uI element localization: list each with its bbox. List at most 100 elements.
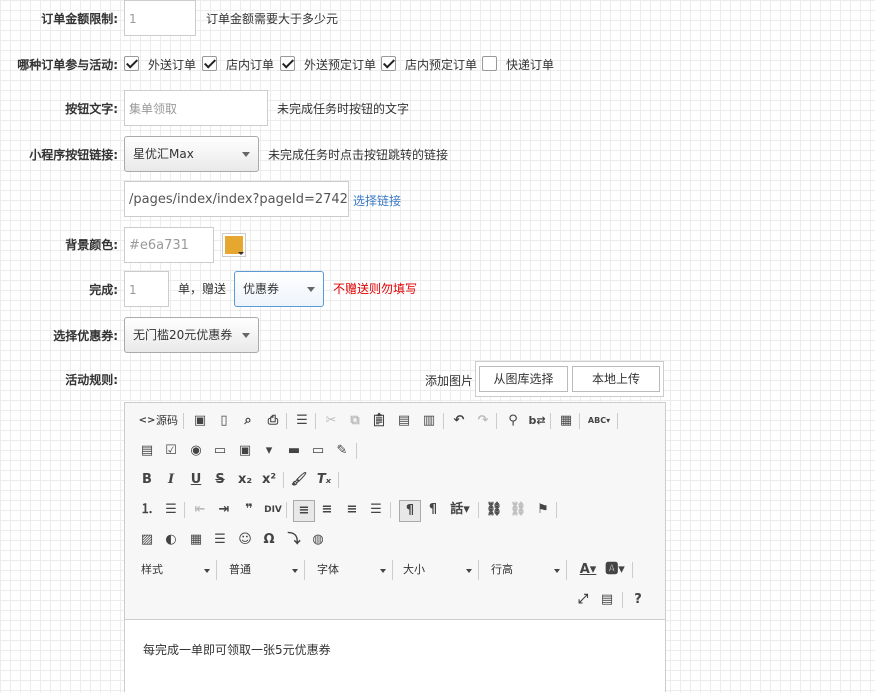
find-icon[interactable]: ⚲ bbox=[503, 411, 523, 431]
radio-icon[interactable]: ◉ bbox=[186, 441, 206, 461]
bg-color-label: 背景颜色: bbox=[65, 238, 118, 252]
line-height-combo[interactable]: 行高 bbox=[487, 560, 567, 580]
form-icon[interactable]: ▤ bbox=[137, 441, 157, 461]
chevron-down-icon bbox=[242, 152, 250, 157]
toolbar-row-5: ▨ ◐ ▦ ☰ ☺ Ω ⤵ ◍ bbox=[135, 527, 655, 553]
rtl-icon[interactable]: ¶ bbox=[423, 500, 443, 520]
checkbox-dinein-reserve-order[interactable] bbox=[381, 56, 396, 71]
indent-icon[interactable]: ⇥ bbox=[214, 500, 234, 520]
maximize-icon[interactable]: ⤢ bbox=[573, 590, 593, 610]
remove-format-icon[interactable]: Tₓ bbox=[314, 470, 334, 490]
outdent-icon[interactable]: ⇤ bbox=[190, 500, 210, 520]
checkbox-delivery-reserve-order[interactable] bbox=[280, 56, 295, 71]
link-icon[interactable]: ⛓ bbox=[484, 500, 504, 520]
label-dinein-reserve-order: 店内预定订单 bbox=[405, 58, 478, 72]
select-all-icon[interactable]: ▦ bbox=[556, 411, 576, 431]
iframe-globe-icon[interactable]: ◍ bbox=[308, 530, 328, 550]
unlink-icon[interactable]: ⛓ bbox=[508, 500, 528, 520]
align-center-icon[interactable]: ≡ bbox=[317, 500, 337, 520]
preview-icon[interactable]: ⌕ bbox=[238, 411, 258, 431]
blockquote-icon[interactable]: ❞ bbox=[239, 500, 259, 520]
bg-color-input[interactable]: #e6a731 bbox=[124, 227, 214, 263]
language-icon[interactable]: 話▾ bbox=[447, 500, 473, 520]
mini-program-select-value: 星优汇Max bbox=[133, 147, 194, 161]
spellcheck-icon[interactable]: ABC▾ bbox=[585, 411, 613, 431]
anchor-flag-icon[interactable]: ⚑ bbox=[533, 500, 553, 520]
toolbar-row-2: ▤ ☑ ◉ ▭ ▣ ▾ ▬ ▭ ✎ bbox=[135, 438, 655, 464]
align-left-icon[interactable]: ≡ bbox=[293, 500, 315, 522]
button-field-icon[interactable]: ▬ bbox=[284, 441, 304, 461]
checkbox-delivery-order[interactable] bbox=[124, 56, 139, 71]
image-button-icon[interactable]: ▭ bbox=[308, 441, 328, 461]
button-text-label: 按钮文字: bbox=[65, 102, 118, 116]
size-combo[interactable]: 大小 bbox=[399, 560, 479, 580]
subscript-icon[interactable]: x₂ bbox=[235, 470, 255, 490]
local-upload-button[interactable]: 本地上传 bbox=[572, 366, 660, 392]
gift-type-select[interactable]: 优惠券 bbox=[234, 271, 324, 307]
create-div-icon[interactable]: DIV bbox=[263, 500, 283, 520]
page-path-input[interactable]: /pages/index/index?pageId=27429 bbox=[124, 181, 349, 217]
format-combo[interactable]: 普通 bbox=[225, 560, 305, 580]
show-blocks-icon[interactable]: ▤ bbox=[597, 590, 617, 610]
paste-word-icon[interactable]: ▥ bbox=[419, 411, 439, 431]
paste-text-icon[interactable]: ▤ bbox=[394, 411, 414, 431]
replace-icon[interactable]: b⇄ bbox=[527, 411, 547, 431]
save-icon[interactable]: ▣ bbox=[190, 411, 210, 431]
complete-count-input[interactable]: 1 bbox=[124, 271, 169, 307]
numbered-list-icon[interactable]: ⒈ bbox=[137, 500, 157, 520]
styles-combo[interactable]: 样式 bbox=[137, 560, 217, 580]
text-color-icon[interactable]: A▾ bbox=[575, 560, 601, 580]
cut-icon[interactable]: ✂ bbox=[321, 411, 341, 431]
ltr-icon[interactable]: ¶ bbox=[399, 500, 421, 522]
flash-icon[interactable]: ◐ bbox=[161, 530, 181, 550]
editor-content-text: 每完成一单即可领取一张5元优惠券 bbox=[143, 643, 331, 657]
bg-color-icon[interactable]: 🅰︎▾ bbox=[602, 560, 628, 580]
page-break-icon[interactable]: ⤵ bbox=[284, 530, 304, 550]
superscript-icon[interactable]: x² bbox=[259, 470, 279, 490]
checkbox-icon[interactable]: ☑ bbox=[161, 441, 181, 461]
complete-label: 完成: bbox=[89, 283, 118, 297]
color-picker-swatch[interactable] bbox=[222, 233, 246, 257]
paste-icon[interactable]: 📋︎ bbox=[369, 411, 389, 431]
help-icon[interactable]: ? bbox=[628, 590, 648, 610]
horizontal-line-icon[interactable]: ☰ bbox=[210, 530, 230, 550]
templates-icon[interactable]: ☰ bbox=[292, 411, 312, 431]
underline-icon[interactable]: U bbox=[186, 470, 206, 490]
checkbox-dinein-order[interactable] bbox=[202, 56, 217, 71]
smiley-icon[interactable]: ☺ bbox=[235, 530, 255, 550]
undo-icon[interactable]: ↶ bbox=[449, 411, 469, 431]
coupon-select[interactable]: 无门槛20元优惠券 bbox=[124, 317, 259, 353]
editor-content[interactable]: 每完成一单即可领取一张5元优惠券 bbox=[125, 620, 665, 693]
bulleted-list-icon[interactable]: ☰ bbox=[161, 500, 181, 520]
strikethrough-icon[interactable]: S bbox=[210, 470, 230, 490]
align-right-icon[interactable]: ≡ bbox=[342, 500, 362, 520]
copy-icon[interactable]: ⧉ bbox=[345, 411, 365, 431]
select-field-icon[interactable]: ▾ bbox=[259, 441, 279, 461]
textfield-icon[interactable]: ▭ bbox=[210, 441, 230, 461]
mini-program-select[interactable]: 星优汇Max bbox=[124, 136, 259, 172]
source-icon[interactable]: <> bbox=[137, 411, 157, 431]
table-icon[interactable]: ▦ bbox=[186, 530, 206, 550]
line-height-combo-label: 行高 bbox=[491, 563, 513, 576]
special-char-icon[interactable]: Ω bbox=[259, 530, 279, 550]
choose-link-link[interactable]: 选择链接 bbox=[353, 192, 401, 209]
button-text-input[interactable]: 集单领取 bbox=[124, 90, 268, 126]
bold-icon[interactable]: B bbox=[137, 470, 157, 490]
new-page-icon[interactable]: ▯ bbox=[214, 411, 234, 431]
order-amount-input[interactable]: 1 bbox=[124, 0, 196, 36]
image-icon[interactable]: ▨ bbox=[137, 530, 157, 550]
redo-icon[interactable]: ↷ bbox=[473, 411, 493, 431]
format-painter-icon[interactable]: 🖌︎ bbox=[289, 470, 309, 490]
mini-link-label: 小程序按钮链接: bbox=[29, 148, 118, 162]
from-gallery-button[interactable]: 从图库选择 bbox=[479, 366, 568, 392]
align-justify-icon[interactable]: ☰ bbox=[366, 500, 386, 520]
hidden-field-icon[interactable]: ✎ bbox=[332, 441, 352, 461]
textarea-icon[interactable]: ▣ bbox=[235, 441, 255, 461]
font-combo[interactable]: 字体 bbox=[313, 560, 393, 580]
print-icon[interactable]: ⎙ bbox=[263, 411, 283, 431]
label-express-order: 快递订单 bbox=[506, 58, 555, 72]
coupon-select-value: 无门槛20元优惠券 bbox=[133, 328, 233, 342]
italic-icon[interactable]: I bbox=[161, 470, 181, 490]
source-button-label[interactable]: 源码 bbox=[156, 411, 178, 431]
checkbox-express-order[interactable] bbox=[482, 56, 497, 71]
